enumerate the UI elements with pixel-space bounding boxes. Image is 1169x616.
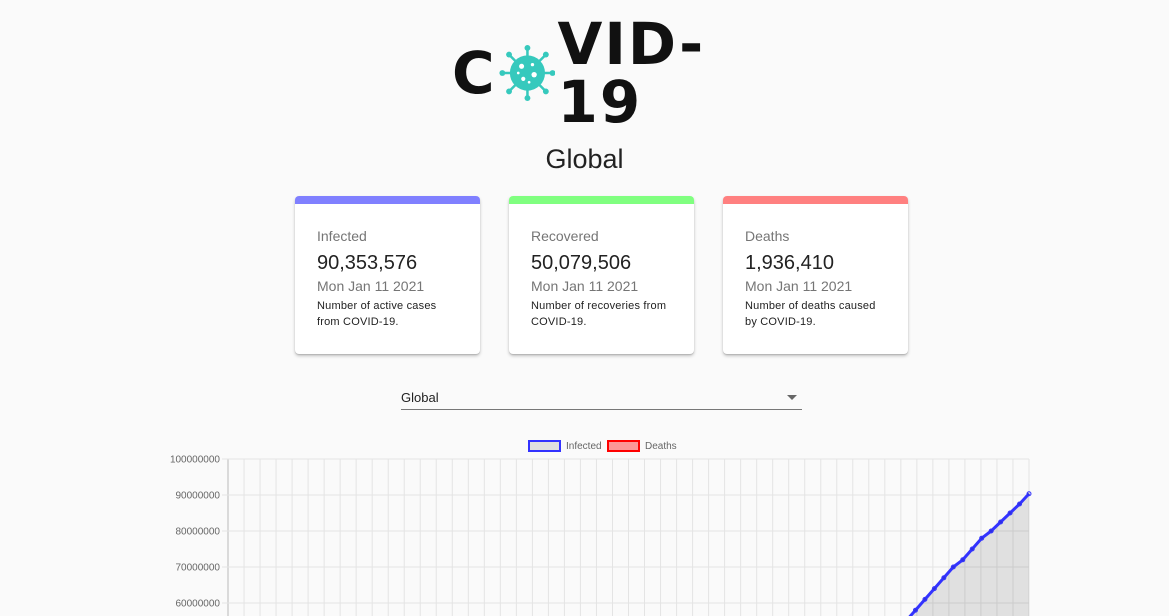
infected-date: Mon Jan 11 2021 bbox=[317, 278, 425, 294]
infected-point[interactable] bbox=[979, 535, 985, 541]
legend-deaths-swatch[interactable] bbox=[607, 440, 640, 452]
infected-point[interactable] bbox=[1026, 491, 1032, 497]
recovered-date: Mon Jan 11 2021 bbox=[531, 278, 639, 294]
y-tick-label: 100000000 bbox=[170, 455, 220, 466]
infected-description: Number of active cases from COVID-19. bbox=[317, 300, 437, 328]
infected-point[interactable] bbox=[969, 546, 975, 552]
infected-label: Infected bbox=[317, 228, 367, 244]
infected-point[interactable] bbox=[912, 607, 918, 613]
country-select-value: Global bbox=[401, 390, 439, 405]
infected-point[interactable] bbox=[988, 528, 994, 534]
y-tick-label: 80000000 bbox=[176, 527, 221, 538]
recovered-card: Recovered 50,079,506 Mon Jan 11 2021 Num… bbox=[509, 196, 694, 354]
country-select[interactable]: Global bbox=[401, 386, 802, 410]
logo-text-left: C bbox=[452, 39, 497, 107]
y-tick-label: 90000000 bbox=[176, 491, 221, 502]
dropdown-arrow-icon[interactable] bbox=[787, 395, 797, 400]
infected-card: Infected 90,353,576 Mon Jan 11 2021 Numb… bbox=[295, 196, 480, 354]
recovered-count: 50,079,506 bbox=[531, 252, 632, 274]
legend-infected-label[interactable]: Infected bbox=[566, 441, 602, 452]
plot-area bbox=[906, 491, 1032, 616]
deaths-card: Deaths 1,936,410 Mon Jan 11 2021 Number … bbox=[723, 196, 908, 354]
cases-line-chart: Infected Deaths 100000000 90000000 8000000… bbox=[170, 440, 1032, 616]
covid-19-logo: C VID-19 bbox=[452, 15, 752, 131]
infected-point[interactable] bbox=[950, 564, 956, 570]
region-title: Global bbox=[545, 144, 624, 174]
infected-count: 90,353,576 bbox=[317, 252, 418, 274]
recovered-color-bar bbox=[509, 196, 694, 204]
chart-grid bbox=[222, 458, 1030, 616]
infected-point[interactable] bbox=[922, 596, 928, 602]
deaths-label: Deaths bbox=[745, 228, 790, 244]
deaths-color-bar bbox=[723, 196, 908, 204]
y-tick-label: 60000000 bbox=[176, 599, 221, 610]
infected-point[interactable] bbox=[1007, 510, 1013, 516]
y-tick-label: 70000000 bbox=[176, 563, 221, 574]
logo-text-right: VID-19 bbox=[557, 10, 706, 136]
chart-legend[interactable]: Infected Deaths bbox=[528, 440, 677, 452]
infected-point[interactable] bbox=[1017, 501, 1023, 507]
deaths-count: 1,936,410 bbox=[745, 252, 834, 274]
y-axis: 100000000 90000000 80000000 70000000 6000000… bbox=[170, 455, 220, 610]
recovered-label: Recovered bbox=[531, 228, 599, 244]
infected-point[interactable] bbox=[941, 575, 947, 581]
legend-deaths-label[interactable]: Deaths bbox=[645, 441, 677, 452]
recovered-description: Number of recoveries from COVID-19. bbox=[531, 300, 667, 328]
infected-point[interactable] bbox=[960, 557, 966, 563]
infected-point[interactable] bbox=[931, 586, 937, 592]
deaths-description: Number of deaths caused by COVID-19. bbox=[745, 300, 876, 328]
legend-infected-swatch[interactable] bbox=[528, 440, 561, 452]
deaths-date: Mon Jan 11 2021 bbox=[745, 278, 853, 294]
infected-point[interactable] bbox=[998, 519, 1004, 525]
virus-icon bbox=[498, 44, 556, 102]
infected-color-bar bbox=[295, 196, 480, 204]
